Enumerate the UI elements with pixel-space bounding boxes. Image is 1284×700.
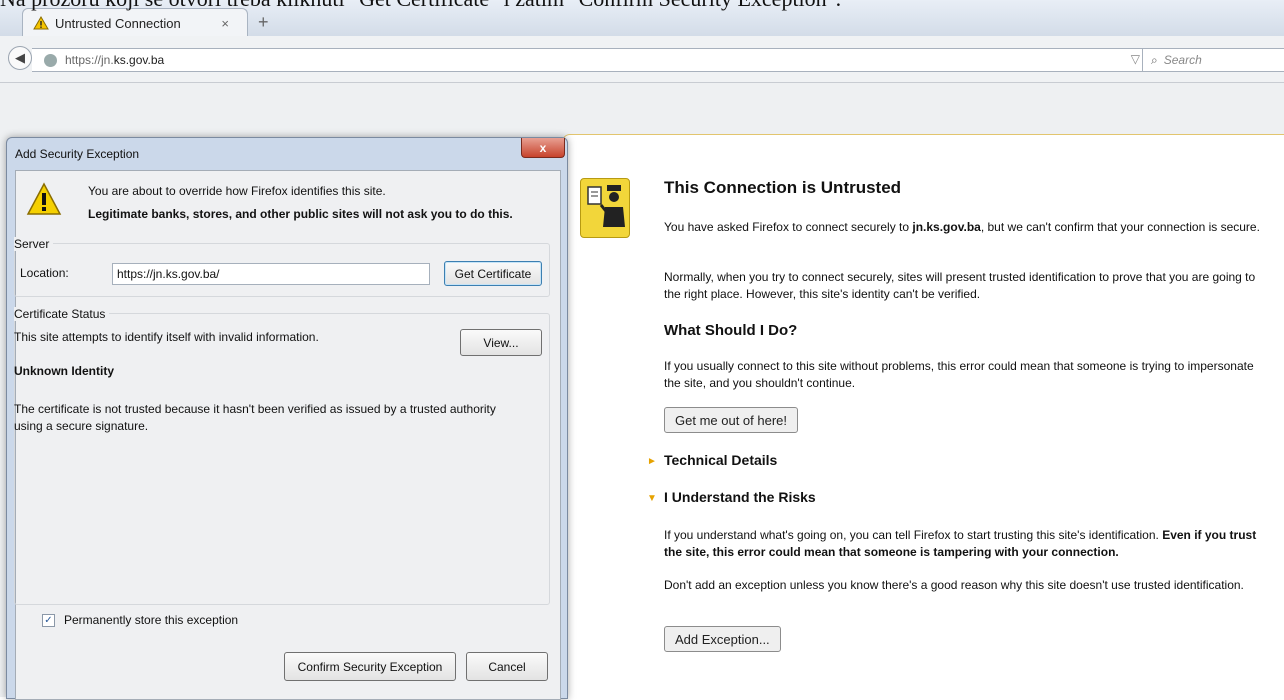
certificate-status-text: This site attempts to identify itself wi… <box>14 330 319 344</box>
permanently-store-checkbox[interactable]: ✓ <box>42 614 55 627</box>
caption-text: Na prozoru koji se otvori treba kliknuti… <box>0 0 841 12</box>
url-bar[interactable]: https://jn.ks.gov.ba ▽ C <box>32 48 1163 72</box>
tab-untrusted-connection[interactable]: Untrusted Connection × <box>22 8 248 37</box>
collapse-triangle-icon: ▼ <box>647 493 657 504</box>
intro-paragraph: You have asked Firefox to connect secure… <box>664 220 1260 234</box>
cancel-button[interactable]: Cancel <box>466 652 548 681</box>
warning-icon <box>26 182 62 215</box>
location-label: Location: <box>20 266 69 280</box>
understand-risks-toggle[interactable]: I Understand the Risks <box>664 489 816 505</box>
get-me-out-button[interactable]: Get me out of here! <box>664 407 799 433</box>
get-certificate-button[interactable]: Get Certificate <box>444 261 542 286</box>
globe-icon <box>44 53 57 67</box>
certificate-status-group <box>14 313 550 605</box>
warning-line-1: You are about to override how Firefox id… <box>88 184 386 198</box>
close-tab-icon[interactable]: × <box>221 16 229 31</box>
dialog-title: Add Security Exception <box>15 147 140 161</box>
explanation-paragraph: Normally, when you try to connect secure… <box>664 270 1256 301</box>
certificate-detail-text: The certificate is not trusted because i… <box>14 402 496 433</box>
certificate-status-label: Certificate Status <box>14 307 110 321</box>
technical-details-toggle[interactable]: Technical Details <box>664 452 777 468</box>
search-icon: ⌕ <box>1151 52 1158 67</box>
permanently-store-label: Permanently store this exception <box>64 613 239 627</box>
unknown-identity-heading: Unknown Identity <box>14 364 114 378</box>
back-arrow-icon: ◀ <box>15 50 25 65</box>
url-text: https://jn.ks.gov.ba <box>65 53 165 67</box>
view-button[interactable]: View... <box>460 329 542 356</box>
back-button[interactable]: ◀ <box>8 46 32 70</box>
navigation-bar: ◀ https://jn.ks.gov.ba ▽ C <box>0 36 1284 83</box>
warning-icon <box>33 16 49 30</box>
certificate-officer-icon <box>580 178 630 238</box>
what-should-i-do-heading: What Should I Do? <box>664 322 798 339</box>
advice-paragraph: If you usually connect to this site with… <box>664 359 1254 390</box>
warning-line-2: Legitimate banks, stores, and other publ… <box>88 207 513 221</box>
tab-title: Untrusted Connection <box>55 15 181 31</box>
search-placeholder: Search <box>1163 53 1202 67</box>
close-icon[interactable]: x <box>521 138 565 158</box>
confirm-security-exception-button[interactable]: Confirm Security Exception <box>284 652 456 681</box>
location-input[interactable]: https://jn.ks.gov.ba/ <box>112 263 430 285</box>
page-title: This Connection is Untrusted <box>664 178 902 197</box>
exception-advice-paragraph: Don't add an exception unless you know t… <box>664 578 1244 592</box>
add-exception-button[interactable]: Add Exception... <box>664 626 781 652</box>
search-input[interactable]: ⌕ Search <box>1142 48 1284 72</box>
server-group-label: Server <box>14 237 54 251</box>
risks-paragraph: If you understand what's going on, you c… <box>664 528 1257 559</box>
new-tab-button[interactable]: + <box>258 12 269 33</box>
expand-triangle-icon: ► <box>647 456 657 467</box>
